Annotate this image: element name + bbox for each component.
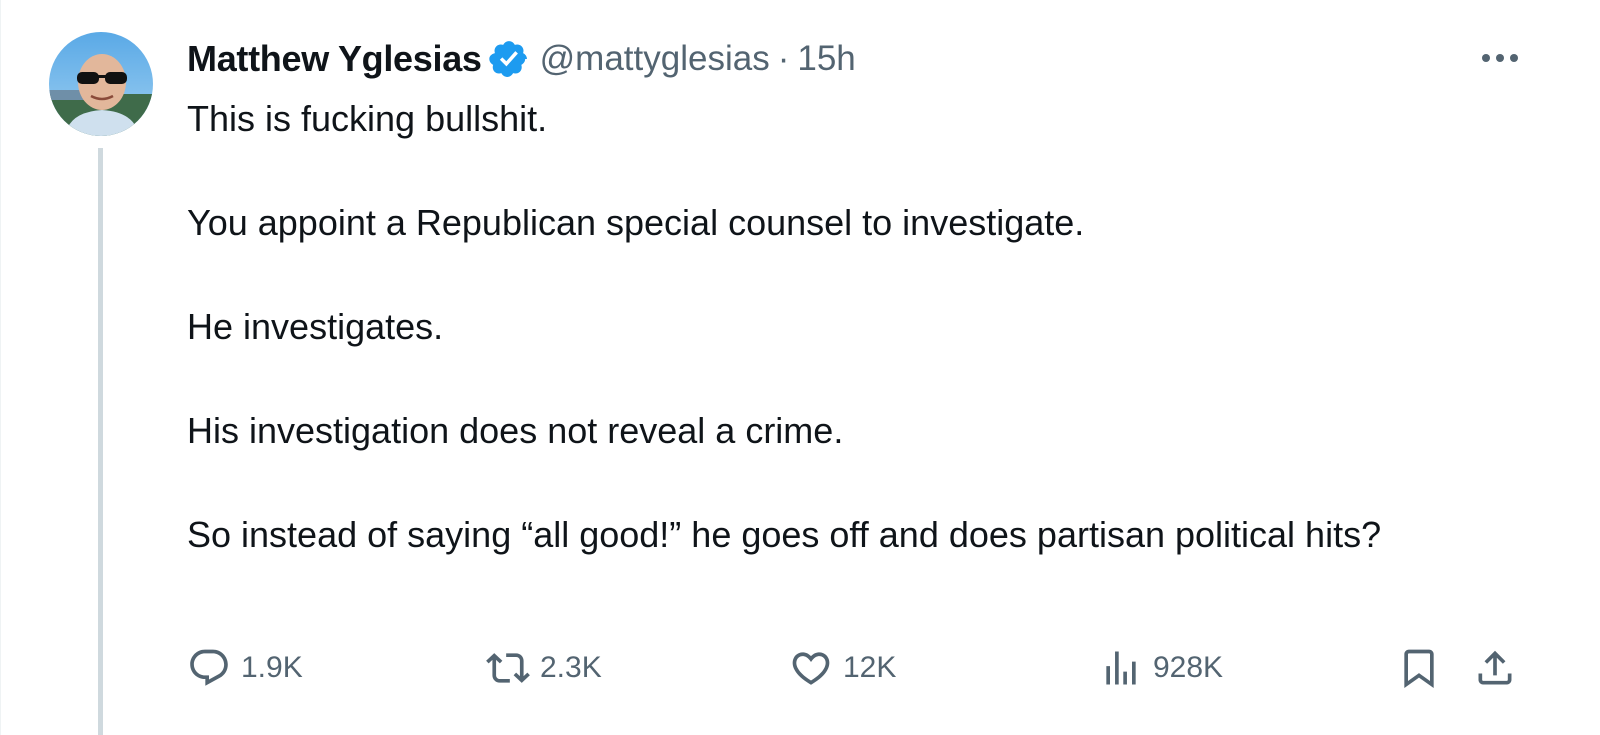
display-name[interactable]: Matthew Yglesias [187,38,482,80]
views-count: 928K [1153,651,1224,684]
tweet-paragraph: His investigation does not reveal a crim… [187,410,844,451]
profile-photo [49,32,153,136]
share-upload-icon [1478,650,1512,685]
action-bar: 1.9K 2.3K 12K 928K [187,643,1527,693]
share-button[interactable] [1473,643,1517,693]
separator-dot: · [777,39,790,78]
reply-count: 1.9K [241,651,303,684]
thread-line [98,148,103,735]
retweet-count: 2.3K [540,651,602,684]
reply-bubble-icon [190,649,228,686]
tweet-header: Matthew Yglesias @mattyglesias · 15h [187,36,856,82]
tweet-card: Matthew Yglesias @mattyglesias · 15h Thi… [0,0,1600,735]
bar-chart-icon [1106,651,1136,685]
like-button[interactable]: 12K [789,643,896,693]
retweet-button[interactable]: 2.3K [486,643,602,693]
author-handle[interactable]: @mattyglesias [540,39,770,79]
reply-button[interactable]: 1.9K [187,643,303,693]
avatar[interactable] [49,32,153,136]
timestamp[interactable]: 15h [797,39,855,79]
like-count: 12K [843,651,897,684]
tweet-text: This is fucking bullshit. You appoint a … [187,94,1517,560]
bookmark-icon [1404,649,1434,689]
tweet-paragraph: So instead of saying “all good!” he goes… [187,514,1382,555]
more-dots-icon[interactable] [1476,40,1524,76]
tweet-paragraph: This is fucking bullshit. [187,98,548,139]
views-button[interactable]: 928K [1099,643,1223,693]
heart-icon [792,652,830,685]
bookmark-button[interactable] [1397,643,1441,693]
verified-badge-icon[interactable] [488,38,530,80]
tweet-paragraph: He investigates. [187,306,444,347]
tweet-paragraph: You appoint a Republican special counsel… [187,202,1085,243]
retweet-arrows-icon [486,653,530,683]
